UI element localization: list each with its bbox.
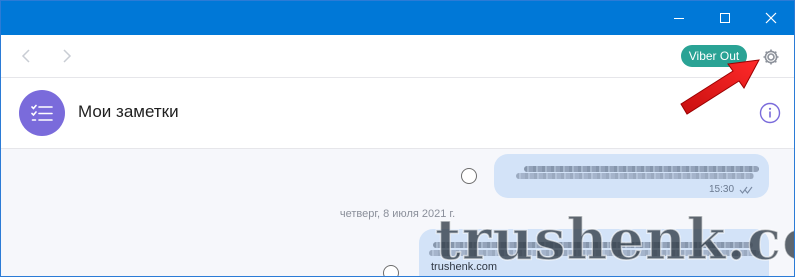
forward-arrow-icon — [63, 49, 72, 63]
minimize-icon — [674, 18, 684, 19]
red-arrow-annotation — [680, 59, 760, 115]
notes-list-icon — [31, 104, 53, 121]
maximize-button[interactable] — [702, 1, 748, 35]
chat-header: Мои заметки — [1, 78, 794, 149]
back-arrow-icon — [21, 49, 30, 63]
redacted-text — [516, 173, 754, 179]
message-bubble[interactable]: 15:30 — [494, 154, 769, 198]
maximize-icon — [720, 13, 730, 23]
message-select-radio[interactable] — [461, 168, 477, 184]
minimize-button[interactable] — [656, 1, 702, 35]
chat-title: Мои заметки — [78, 102, 179, 121]
notes-avatar[interactable] — [19, 90, 65, 136]
watermark-small-text: trushenk.com — [431, 261, 498, 273]
viber-window: Viber Out Мои заметки 15:30 четверг, 8 и… — [0, 0, 795, 277]
back-button[interactable] — [16, 46, 36, 66]
forward-button[interactable] — [57, 46, 77, 66]
message-list: 15:30 четверг, 8 июля 2021 г. trushenk.c… — [1, 149, 794, 276]
message-time: 15:30 — [709, 184, 735, 195]
close-button[interactable] — [748, 1, 794, 35]
info-icon[interactable] — [759, 102, 781, 124]
top-toolbar: Viber Out — [1, 35, 794, 78]
title-bar — [1, 1, 794, 35]
close-icon — [765, 12, 777, 24]
redacted-text — [524, 166, 759, 172]
gear-icon[interactable] — [761, 47, 781, 67]
double-check-icon — [739, 186, 753, 194]
message-select-radio[interactable] — [383, 265, 399, 276]
